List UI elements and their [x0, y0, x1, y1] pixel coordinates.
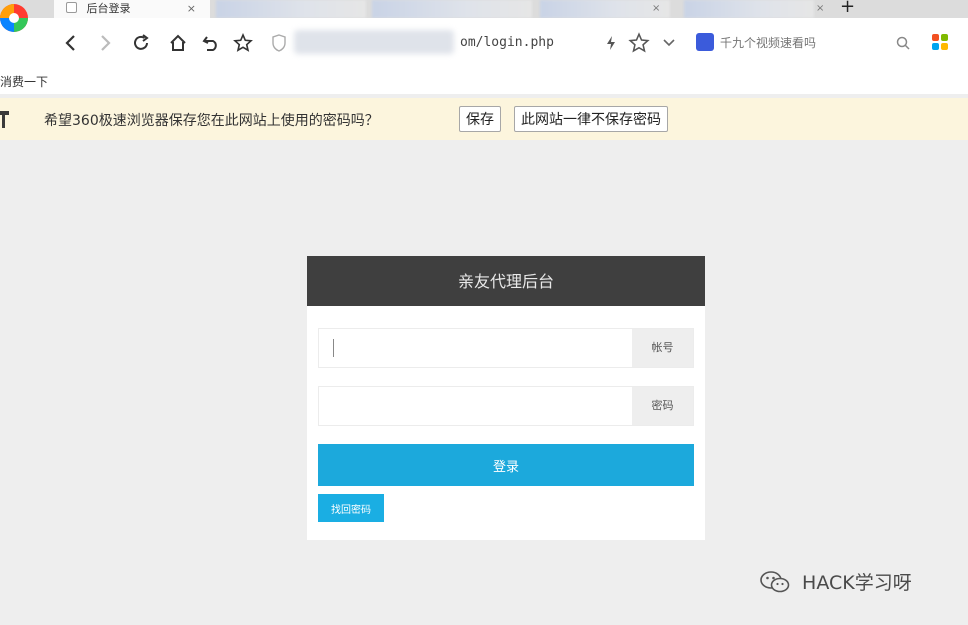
tab-admin-login[interactable]: 后台登录 ×: [54, 0, 210, 18]
account-field: 帐号: [318, 328, 694, 368]
new-tab-button[interactable]: +: [840, 0, 855, 16]
tab-strip: 后台登录 × × × +: [0, 0, 968, 32]
search-engine-icon[interactable]: [696, 33, 714, 51]
password-field: 密码: [318, 386, 694, 426]
tab-blurred-4[interactable]: [684, 0, 814, 18]
save-password-infobar: 希望360极速浏览器保存您在此网站上使用的密码吗？ 保存 此网站一律不保存密码: [0, 98, 968, 140]
undo-icon[interactable]: [200, 32, 222, 54]
tab-blurred-1[interactable]: [216, 0, 366, 18]
login-panel-title: 亲友代理后台: [307, 256, 705, 306]
address-bar-blurred[interactable]: [294, 30, 454, 54]
tab-close-icon[interactable]: ×: [816, 0, 824, 18]
address-bar-url[interactable]: om/login.php: [460, 35, 554, 50]
login-button[interactable]: 登录: [318, 444, 694, 486]
bookmark-bar: 消费一下: [0, 70, 968, 94]
never-save-password-button[interactable]: 此网站一律不保存密码: [514, 106, 668, 132]
tab-close-icon[interactable]: ×: [187, 0, 196, 18]
search-icon[interactable]: [896, 35, 910, 54]
browser-toolbar: om/login.php: [0, 18, 968, 70]
key-icon: [0, 111, 9, 128]
watermark-text: HACK学习呀: [802, 572, 912, 594]
back-icon[interactable]: [60, 32, 82, 54]
forward-icon[interactable]: [94, 32, 116, 54]
tab-blurred-2[interactable]: [372, 0, 532, 18]
apps-grid-icon[interactable]: [932, 34, 948, 50]
bookmark-star-icon[interactable]: [628, 32, 650, 54]
search-box: [694, 31, 920, 55]
chevron-down-icon[interactable]: [658, 32, 680, 54]
reload-icon[interactable]: [130, 32, 152, 54]
tab-title: 后台登录: [86, 2, 131, 15]
save-password-button[interactable]: 保存: [459, 106, 501, 132]
search-input[interactable]: [718, 32, 892, 54]
wechat-icon: [760, 571, 790, 593]
tab-blurred-3[interactable]: [540, 0, 670, 18]
password-input[interactable]: [319, 387, 633, 425]
lightning-icon[interactable]: [600, 32, 622, 54]
bookmark-item[interactable]: 消费一下: [0, 71, 48, 93]
browser-logo-icon[interactable]: [0, 0, 40, 42]
account-input[interactable]: [333, 339, 633, 357]
watermark: HACK学习呀: [760, 568, 912, 598]
password-label: 密码: [632, 387, 693, 425]
forgot-password-button[interactable]: 找回密码: [318, 494, 384, 522]
security-shield-icon[interactable]: [268, 32, 290, 54]
account-label: 帐号: [632, 329, 693, 367]
favorite-star-icon[interactable]: [232, 32, 254, 54]
home-icon[interactable]: [167, 32, 189, 54]
login-panel: 亲友代理后台 帐号 密码 登录 找回密码: [307, 256, 705, 540]
page-favicon-icon: [66, 2, 77, 13]
tab-close-icon[interactable]: ×: [652, 0, 660, 18]
infobar-message: 希望360极速浏览器保存您在此网站上使用的密码吗？: [44, 113, 379, 129]
